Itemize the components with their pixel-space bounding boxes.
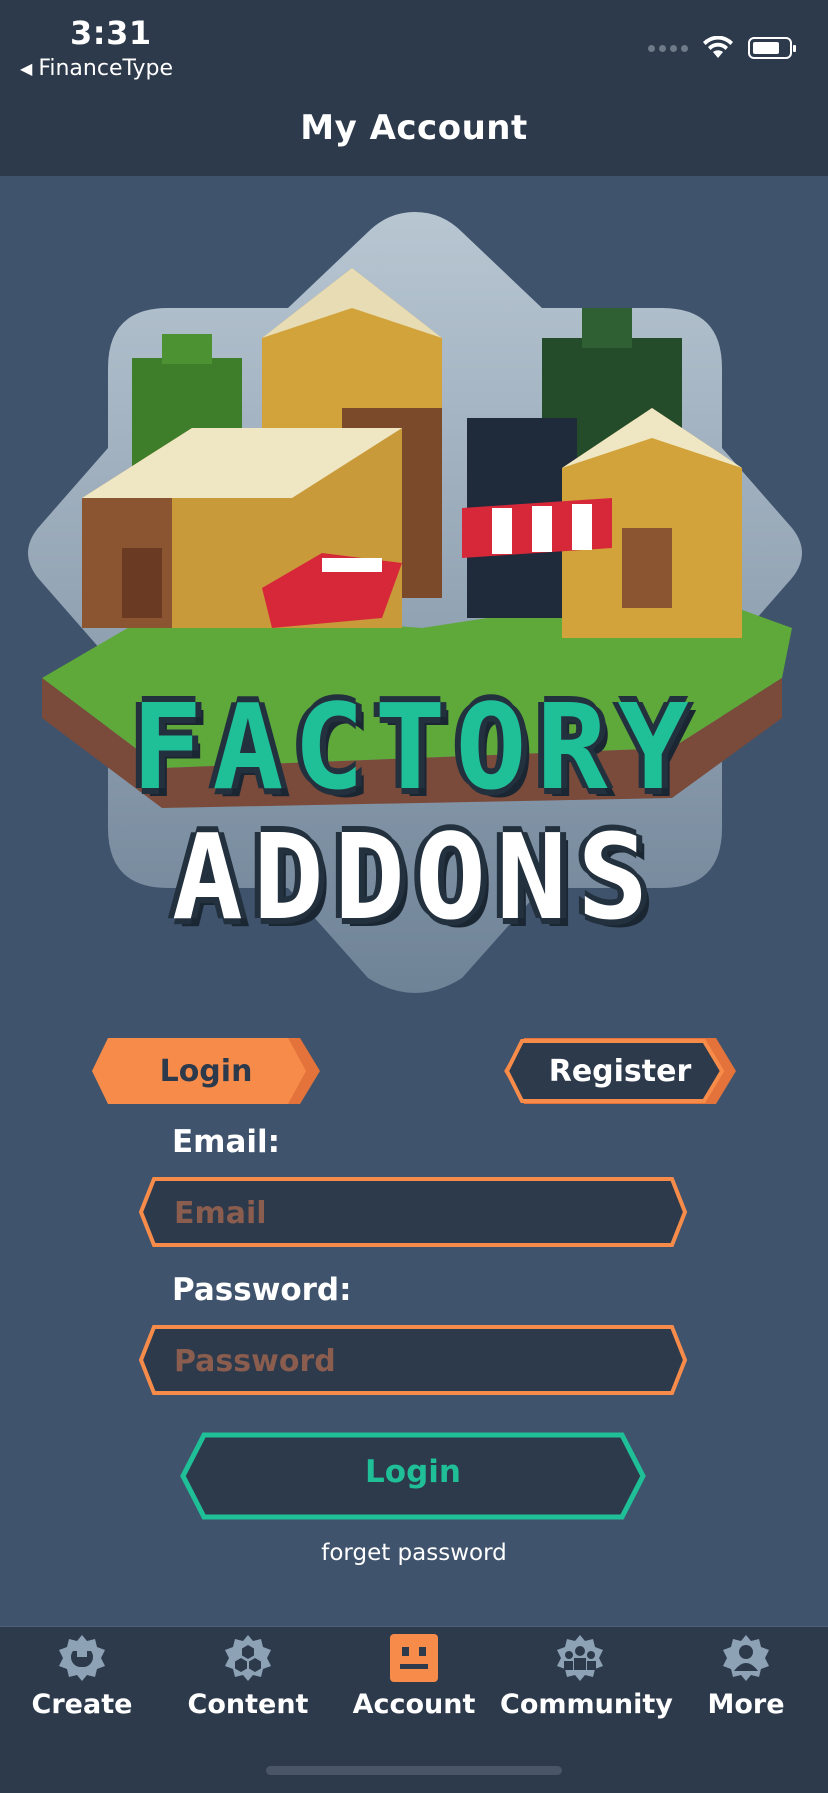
status-indicators — [648, 36, 796, 60]
tab-login[interactable]: Login — [92, 1038, 320, 1104]
wrench-gear-icon — [59, 1635, 105, 1681]
battery-icon — [748, 37, 796, 59]
cellular-signal-icon — [648, 44, 688, 52]
tab-account[interactable]: Account — [334, 1627, 494, 1720]
tab-account-label: Account — [352, 1689, 476, 1720]
hero-logo: FACTORY ADDONS — [22, 208, 808, 998]
forgot-password-link[interactable]: forget password — [0, 1540, 828, 1566]
password-field-wrapper — [138, 1324, 688, 1396]
password-input[interactable] — [172, 1332, 656, 1390]
home-indicator[interactable] — [266, 1766, 562, 1775]
email-label: Email: — [172, 1124, 281, 1160]
email-field-wrapper — [138, 1176, 688, 1248]
login-submit-label: Login — [365, 1454, 461, 1490]
tab-content-label: Content — [187, 1689, 309, 1720]
logo-title-addons: ADDONS — [171, 808, 659, 946]
people-gear-icon — [557, 1635, 603, 1681]
tab-create-label: Create — [31, 1689, 133, 1720]
back-to-app-link[interactable]: ◀ FinanceType — [20, 56, 173, 81]
status-time: 3:31 — [70, 14, 152, 52]
tab-login-label: Login — [159, 1053, 253, 1089]
tab-more-label: More — [707, 1689, 785, 1720]
tab-community[interactable]: Community — [500, 1627, 673, 1720]
tab-register-label: Register — [548, 1053, 692, 1089]
hex-grid-gear-icon — [225, 1635, 271, 1681]
face-icon — [390, 1634, 438, 1682]
back-arrow-icon: ◀ — [20, 59, 33, 78]
login-submit-button[interactable]: Login — [180, 1432, 646, 1520]
password-label: Password: — [172, 1272, 352, 1308]
tab-community-label: Community — [500, 1689, 673, 1720]
tab-more[interactable]: More — [666, 1627, 826, 1720]
logo-title-factory: FACTORY — [131, 678, 699, 816]
tab-create[interactable]: Create — [2, 1627, 162, 1720]
page-title: My Account — [300, 108, 528, 148]
back-app-label: FinanceType — [38, 56, 174, 81]
wifi-icon — [703, 36, 733, 58]
tab-content[interactable]: Content — [168, 1627, 328, 1720]
email-input[interactable] — [172, 1184, 656, 1242]
tab-register[interactable]: Register — [504, 1038, 736, 1104]
top-bar: 3:31 ◀ FinanceType My Account — [0, 0, 828, 176]
person-gear-icon — [723, 1635, 769, 1681]
